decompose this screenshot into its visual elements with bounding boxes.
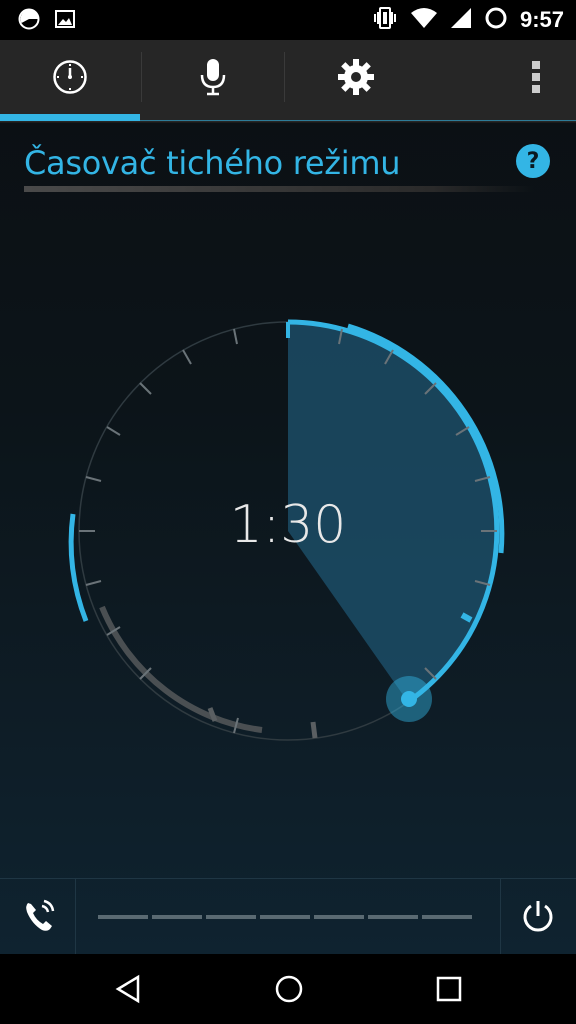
gear-icon (337, 58, 375, 100)
dash-segment (152, 915, 202, 919)
status-time: 9:57 (519, 7, 564, 32)
dash-segment (260, 915, 310, 919)
dash-indicator (98, 915, 472, 919)
circle-icon (484, 6, 508, 34)
clock-icon (18, 8, 40, 34)
navigation-bar (0, 954, 576, 1024)
tab-bar (0, 40, 576, 123)
power-icon[interactable] (519, 897, 557, 939)
tab-settings[interactable] (285, 40, 427, 118)
overflow-menu-icon (530, 59, 542, 99)
status-right: 9:57 (372, 6, 564, 34)
overflow-menu-button[interactable] (510, 40, 562, 118)
wifi-icon (410, 7, 438, 33)
signal-icon (450, 7, 472, 33)
clock-icon (52, 59, 88, 99)
bottom-separator-right (500, 879, 501, 955)
page-title: Časovač tichého režimu (24, 144, 401, 182)
vibrate-icon (372, 6, 398, 34)
dash-segment (422, 915, 472, 919)
dash-segment (314, 915, 364, 919)
app-content: Časovač tichého režimu ? 1:30 (0, 40, 576, 955)
image-icon (54, 8, 76, 34)
tab-timer[interactable] (0, 40, 140, 118)
dash-segment (206, 915, 256, 919)
dial-handle-dot (401, 691, 417, 707)
dash-segment (368, 915, 418, 919)
back-icon[interactable] (112, 972, 146, 1010)
dash-segment (98, 915, 148, 919)
tab-bar-underline (0, 120, 576, 121)
status-bar: 9:57 (0, 0, 576, 40)
timer-dial[interactable] (0, 280, 576, 840)
phone-icon[interactable] (22, 897, 56, 939)
timer-value: 1:30 (229, 495, 347, 555)
help-button[interactable]: ? (516, 144, 550, 178)
microphone-icon (198, 57, 228, 101)
recents-icon[interactable] (432, 972, 466, 1010)
home-icon[interactable] (272, 972, 306, 1010)
bottom-separator-left (75, 879, 76, 955)
bottom-bar (0, 878, 576, 955)
status-left (18, 8, 76, 34)
tab-voice[interactable] (142, 40, 284, 118)
title-underline (24, 186, 534, 192)
